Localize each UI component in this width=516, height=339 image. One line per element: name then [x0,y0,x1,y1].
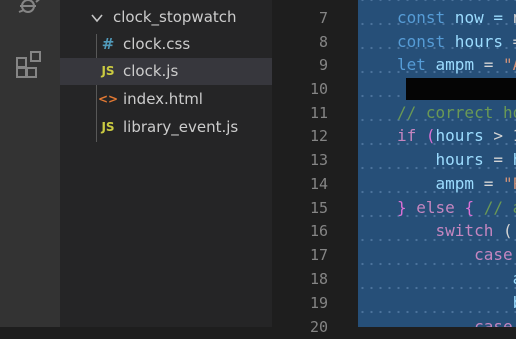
line-number: 12 [309,127,328,145]
code-line: const hours = [397,30,516,54]
code-token: "P [502,174,516,193]
code-token: "A [502,55,516,74]
code-token: case [474,317,513,327]
code-token: } [397,198,407,217]
code-token: ( [493,221,513,240]
line-number: 7 [318,9,328,27]
code-token: const [397,8,446,27]
code-line: hours = h [397,148,516,172]
code-token: ampm [397,174,475,193]
code-token: = [513,32,516,51]
redaction-block [406,78,516,100]
code-token: const [397,32,446,51]
line-number: 13 [309,151,328,169]
code-token: b [397,293,516,312]
code-token: // correct ho [397,103,516,122]
line-number: 19 [309,294,328,312]
code-token: if [397,126,417,145]
line-number: 9 [318,56,328,74]
code-token: { [464,198,475,217]
code-token: n [513,8,516,27]
folder-clock-stopwatch[interactable]: clock_stopwatch [60,4,272,31]
file-item-clock-js[interactable]: JS clock.js [60,58,272,85]
js-file-icon: JS [101,64,115,78]
code-line: // correct ho [397,101,516,125]
code-token: = [483,150,513,169]
extensions-icon[interactable] [15,48,45,78]
line-number: 16 [309,222,328,240]
code-line: ampm = "P [397,172,516,196]
code-token: ( [416,126,436,145]
code-token: a [397,269,516,288]
code-token: case [474,245,513,264]
js-file-icon: JS [101,120,115,134]
html-file-icon: <> [98,92,119,106]
code-token: ampm [425,55,484,74]
code-token: let [397,55,426,74]
code-line: case [397,243,513,267]
line-number: 8 [318,33,328,51]
code-token: // a [483,198,516,217]
line-number-gutter: 7 8 9 10 11 12 13 14 15 16 17 18 19 20 [272,0,358,336]
code-token: hours [397,150,484,169]
code-token: h [513,150,516,169]
file-label: clock.js [123,62,179,80]
code-token: hours [435,126,484,145]
file-item-index-html[interactable]: <> index.html [60,86,272,113]
code-line: } else { // a [397,196,516,220]
code-line: case [397,315,513,327]
code-editor[interactable]: 7891011121314151617181920 const now = nc… [272,0,516,336]
line-number: 17 [309,246,328,264]
code-token: else [406,198,465,217]
line-number: 18 [309,270,328,288]
code-token: = [474,174,503,193]
code-token: = [483,55,503,74]
code-line: b [397,291,516,315]
file-label: clock.css [123,35,191,53]
code-selection-area[interactable]: const now = nconst hours =let ampm = "A/… [358,0,516,327]
activity-bar [0,0,60,327]
file-item-library-event-js[interactable]: JS library_event.js [60,114,272,141]
code-line: if (hours > 1 [397,124,516,148]
css-file-icon: # [101,35,115,53]
code-line: let ampm = "A [397,53,516,77]
code-line: const now = n [397,6,516,30]
debug-icon[interactable] [15,0,45,22]
code-token: now = [445,8,513,27]
code-token: hours [445,32,513,51]
code-token: > 1 [493,126,516,145]
code-line: switch ( [397,219,513,243]
code-token: switch [435,221,494,240]
file-label: library_event.js [123,118,239,136]
file-item-clock-css[interactable]: # clock.css [60,31,272,58]
code-line: a [397,267,516,291]
file-label: index.html [123,90,203,108]
explorer-sidebar: clock_stopwatch # clock.css JS clock.js … [60,0,272,327]
line-number: 14 [309,175,328,193]
chevron-down-icon [91,14,103,23]
folder-label: clock_stopwatch [113,8,237,26]
line-number: 20 [309,318,328,336]
line-number: 15 [309,199,328,217]
line-number: 11 [309,104,328,122]
line-number: 10 [309,80,328,98]
